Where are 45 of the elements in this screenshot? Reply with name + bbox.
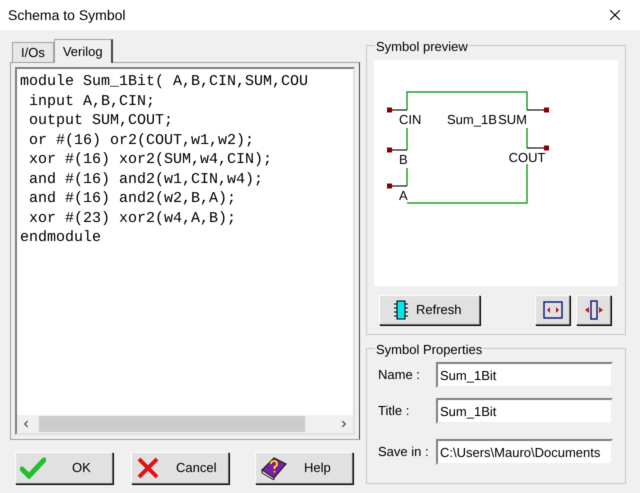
horizontal-arrows-icon xyxy=(542,301,562,319)
tab[interactable]: I/Os xyxy=(12,42,54,62)
ok-button[interactable]: OK xyxy=(15,452,113,484)
symbol-name: Sum_1B xyxy=(447,112,497,127)
field-label: Name : xyxy=(378,366,421,384)
cancel-button[interactable]: Cancel xyxy=(131,452,229,484)
vertical-bar-arrows-icon xyxy=(584,300,604,320)
pin-label: SUM xyxy=(498,112,527,127)
fit-width-button[interactable] xyxy=(535,295,570,325)
pin-label: B xyxy=(399,152,408,167)
code-line: xor #(23) xor2(w4,A,B); xyxy=(28,208,236,228)
code-line: and #(16) and2(w1,CIN,w4); xyxy=(28,170,264,189)
code-line: input A,B,CIN; xyxy=(28,92,156,111)
window-title: Schema to Symbol xyxy=(8,6,126,25)
cross-icon xyxy=(136,457,160,479)
pin-label: A xyxy=(399,188,408,203)
refresh-button[interactable]: Refresh xyxy=(379,295,480,325)
code-line: xor #(16) xor2(SUM,w4,CIN); xyxy=(28,150,272,170)
pin xyxy=(387,148,407,152)
text-field[interactable]: C:\Users\Mauro\Documents xyxy=(436,439,613,465)
pin xyxy=(387,184,407,188)
code-line: or #(16) or2(COUT,w1,w2); xyxy=(28,130,254,150)
pin xyxy=(387,108,407,112)
field-label: Title : xyxy=(378,402,410,420)
scroll-left-icon[interactable] xyxy=(21,419,31,429)
help-button[interactable]: Help xyxy=(255,452,353,484)
check-icon xyxy=(20,457,46,479)
text-field[interactable]: Sum_1Bit xyxy=(436,362,613,388)
pin-label: CIN xyxy=(399,112,422,127)
pin-label: COUT xyxy=(508,150,546,165)
fit-height-button[interactable] xyxy=(576,295,611,325)
tab[interactable]: Verilog xyxy=(54,39,113,63)
text-field[interactable]: Sum_1Bit xyxy=(436,398,613,424)
scroll-thumb[interactable] xyxy=(39,416,305,432)
book-icon xyxy=(260,456,288,480)
field-label: Save in : xyxy=(378,443,430,462)
code-line: module Sum_1Bit( A,B,CIN,SUM,COU xyxy=(20,72,308,92)
scroll-right-icon[interactable] xyxy=(339,419,349,429)
code-line: and #(16) and2(w2,B,A); xyxy=(28,189,236,208)
pin xyxy=(527,146,549,150)
code-line: output SUM,COUT; xyxy=(28,111,174,130)
code-line: endmodule xyxy=(20,228,102,248)
chip-icon xyxy=(394,300,408,320)
horizontal-scrollbar[interactable] xyxy=(17,415,353,433)
pin xyxy=(527,108,549,112)
